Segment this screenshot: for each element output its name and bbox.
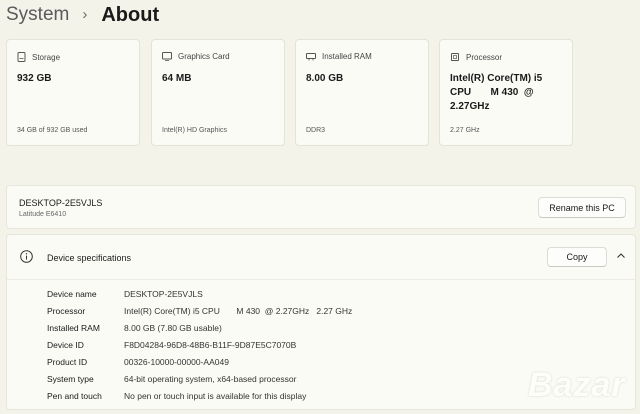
storage-card-title: Storage: [32, 52, 61, 62]
graphics-card-subtext: Intel(R) HD Graphics: [162, 127, 227, 134]
graphics-card-header: Graphics Card: [162, 52, 230, 61]
spec-label: Pen and touch: [47, 391, 102, 401]
graphics-card-card[interactable]: Graphics Card 64 MB Intel(R) HD Graphics: [151, 39, 285, 146]
spec-value: 00326-10000-00000-AA049: [124, 357, 229, 367]
spec-row-processor: Processor Intel(R) Core(TM) i5 CPU M 430…: [47, 304, 352, 318]
device-name: DESKTOP-2E5VJLS: [19, 198, 103, 208]
page-title: About: [101, 3, 160, 26]
processor-title: Processor: [466, 52, 503, 62]
processor-value: Intel(R) Core(TM) i5 CPU M 430 @ 2.27GHz: [450, 73, 543, 112]
processor-subtext: 2.27 GHz: [450, 127, 480, 134]
storage-card[interactable]: Storage 932 GB 34 GB of 932 GB used: [6, 39, 140, 146]
storage-card-header: Storage: [17, 52, 60, 62]
spec-row-system-type: System type 64-bit operating system, x64…: [47, 372, 296, 386]
spec-row-device-id: Device ID F8D04284-96D8-48B6-B11F-9D87E5…: [47, 338, 296, 352]
processor-card[interactable]: Processor Intel(R) Core(TM) i5 CPU M 430…: [439, 39, 573, 146]
spec-row-installed-ram: Installed RAM 8.00 GB (7.80 GB usable): [47, 321, 222, 335]
processor-header: Processor: [450, 52, 502, 62]
spec-row-device-name: Device name DESKTOP-2E5VJLS: [47, 287, 203, 301]
spec-value: F8D04284-96D8-48B6-B11F-9D87E5C7070B: [124, 340, 297, 350]
spec-value: 8.00 GB (7.80 GB usable): [124, 323, 222, 333]
installed-ram-subtext: DDR3: [306, 127, 326, 134]
installed-ram-value: 8.00 GB: [306, 73, 344, 84]
spec-row-product-id: Product ID 00326-10000-00000-AA049: [47, 355, 229, 369]
spec-label: System type: [47, 374, 94, 384]
installed-ram-title: Installed RAM: [322, 52, 372, 61]
graphics-card-icon: [162, 52, 172, 61]
spec-label: Processor: [47, 306, 86, 316]
installed-ram-header: Installed RAM: [306, 52, 372, 61]
spec-value: DESKTOP-2E5VJLS: [124, 289, 203, 299]
device-specifications-title: Device specifications: [47, 253, 132, 263]
spec-row-pen-and-touch: Pen and touch No pen or touch input is a…: [47, 389, 306, 403]
storage-card-value: 932 GB: [17, 73, 52, 84]
device-specifications-header[interactable]: Device specifications Copy: [7, 235, 635, 280]
copy-button[interactable]: Copy: [547, 247, 607, 267]
storage-card-subtext: 34 GB of 932 GB used: [17, 127, 88, 134]
chevron-up-icon[interactable]: [616, 252, 626, 259]
breadcrumb: System › About: [6, 2, 159, 28]
spec-label: Device name: [47, 289, 97, 299]
spec-value: No pen or touch input is available for t…: [124, 391, 307, 401]
watermark-logo: Bazar: [528, 366, 626, 404]
info-icon: [20, 250, 33, 263]
breadcrumb-system-link[interactable]: System: [6, 4, 69, 26]
device-name-section: DESKTOP-2E5VJLS Latitude E6410 Rename th…: [6, 185, 636, 229]
ram-icon: [306, 53, 316, 61]
graphics-card-title: Graphics Card: [178, 52, 230, 61]
installed-ram-card[interactable]: Installed RAM 8.00 GB DDR3: [295, 39, 429, 146]
rename-pc-button[interactable]: Rename this PC: [538, 197, 626, 218]
breadcrumb-separator: ›: [82, 5, 88, 23]
spec-label: Device ID: [47, 340, 84, 350]
processor-icon: [451, 53, 459, 61]
storage-icon: [17, 52, 26, 62]
spec-value: Intel(R) Core(TM) i5 CPU M 430 @ 2.27GHz…: [124, 306, 353, 316]
spec-label: Product ID: [47, 357, 88, 367]
graphics-card-value: 64 MB: [162, 73, 192, 84]
spec-label: Installed RAM: [47, 323, 100, 333]
device-model: Latitude E6410: [19, 211, 67, 218]
spec-value: 64-bit operating system, x64-based proce…: [124, 374, 297, 384]
